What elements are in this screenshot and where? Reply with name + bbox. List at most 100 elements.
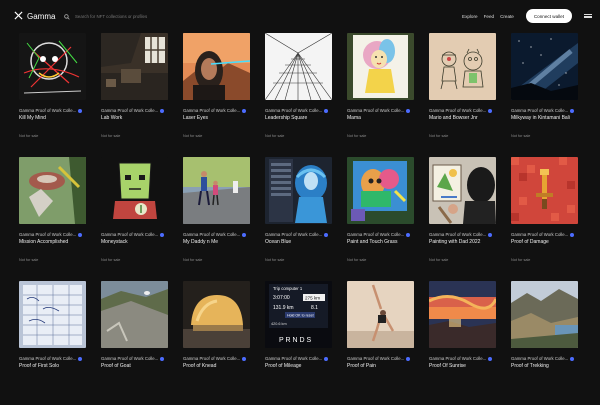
collection-row[interactable]: Gamma Proof of Work Colle... (265, 232, 332, 237)
nft-title: Mario and Bowser Jnr (429, 115, 478, 121)
collection-row[interactable]: Gamma Proof of Work Colle... (429, 232, 496, 237)
collection-row[interactable]: Gamma Proof of Work Colle... (511, 108, 578, 113)
collection-row[interactable]: Gamma Proof of Work Colle... (101, 356, 168, 361)
nft-title: Mission Accomplished (19, 239, 69, 245)
collection-row[interactable]: Gamma Proof of Work Colle... (511, 356, 578, 361)
collection-row[interactable]: Gamma Proof of Work Colle... (429, 356, 496, 361)
nft-image[interactable] (101, 157, 168, 224)
nft-image[interactable] (265, 33, 332, 100)
nft-title: Paint and Touch Grass (347, 239, 398, 245)
nft-image[interactable] (429, 157, 496, 224)
collection-row[interactable]: Gamma Proof of Work Colle... (183, 356, 250, 361)
nft-image[interactable] (19, 33, 86, 100)
sale-status: Not for sale (19, 258, 39, 262)
verified-icon (78, 232, 83, 237)
nft-card[interactable]: Gamma Proof of Work Colle... Leadership … (265, 33, 332, 157)
collection-row[interactable]: Gamma Proof of Work Colle... (19, 108, 86, 113)
nft-image[interactable] (19, 281, 86, 348)
nft-image[interactable] (429, 33, 496, 100)
trip-time: 3:07:00 (273, 295, 290, 301)
nft-title: Proof of Knead (183, 363, 217, 369)
nft-title: Proof of Pain (347, 363, 376, 369)
collection-row[interactable]: Gamma Proof of Work Colle... (183, 108, 250, 113)
sale-status: Not for sale (347, 134, 367, 138)
collection-row[interactable]: Gamma Proof of Work Colle... (347, 108, 414, 113)
collection-row[interactable]: Gamma Proof of Work Colle... (19, 232, 86, 237)
nft-image[interactable] (183, 33, 250, 100)
nft-image[interactable] (511, 281, 578, 348)
collection-row[interactable]: Gamma Proof of Work Colle... (101, 232, 168, 237)
brand[interactable]: Gamma (14, 7, 55, 25)
nft-card[interactable]: Gamma Proof of Work Colle... Moneystack … (101, 157, 168, 281)
nft-card[interactable]: Gamma Proof of Work Colle... Painting wi… (429, 157, 496, 281)
nft-card[interactable]: Gamma Proof of Work Colle... My Daddy n … (183, 157, 250, 281)
nft-card[interactable]: Gamma Proof of Work Colle... Mama Not fo… (347, 33, 414, 157)
nft-card[interactable]: Gamma Proof of Work Colle... Proof of Tr… (511, 281, 578, 405)
nav-feed[interactable]: Feed (484, 14, 494, 19)
nft-card[interactable]: Gamma Proof of Work Colle... Paint and T… (347, 157, 414, 281)
verified-icon (324, 108, 329, 113)
trip-odometer: 420.6 km (271, 322, 287, 326)
menu-icon[interactable] (584, 13, 592, 19)
nft-card[interactable]: Gamma Proof of Work Colle... Proof Of Su… (429, 281, 496, 405)
nft-image[interactable] (511, 157, 578, 224)
collection-name: Gamma Proof of Work Colle... (183, 356, 241, 361)
nft-image[interactable] (265, 157, 332, 224)
verified-icon (488, 232, 493, 237)
nft-image[interactable] (347, 281, 414, 348)
nft-card[interactable]: Gamma Proof of Work Colle... Mario and B… (429, 33, 496, 157)
collection-row[interactable]: Gamma Proof of Work Colle... (265, 108, 332, 113)
nft-card[interactable]: Gamma Proof of Work Colle... Laser Eyes … (183, 33, 250, 157)
nft-card[interactable]: Gamma Proof of Work Colle... Proof of Kn… (183, 281, 250, 405)
collection-row[interactable]: Gamma Proof of Work Colle... (183, 232, 250, 237)
collection-row[interactable]: Gamma Proof of Work Colle... (19, 356, 86, 361)
verified-icon (242, 356, 247, 361)
nav-explore[interactable]: Explore (462, 14, 478, 19)
nft-image[interactable] (429, 281, 496, 348)
nft-image[interactable] (101, 281, 168, 348)
nft-image[interactable] (347, 157, 414, 224)
gear-indicator: P R N D S (279, 337, 311, 344)
connect-wallet-button[interactable]: Connect wallet (525, 9, 572, 23)
nft-card[interactable]: Trip computer 1 3:07:00 275 km 131.9 km … (265, 281, 332, 405)
nft-card[interactable]: Gamma Proof of Work Colle... Proof of Da… (511, 157, 578, 281)
search-icon (64, 7, 70, 25)
nft-image[interactable] (347, 33, 414, 100)
collection-row[interactable]: Gamma Proof of Work Colle... (511, 232, 578, 237)
collection-row[interactable]: Gamma Proof of Work Colle... (429, 108, 496, 113)
collection-name: Gamma Proof of Work Colle... (429, 108, 487, 113)
nav-create[interactable]: Create (500, 14, 514, 19)
collection-name: Gamma Proof of Work Colle... (429, 356, 487, 361)
collection-row[interactable]: Gamma Proof of Work Colle... (101, 108, 168, 113)
collection-name: Gamma Proof of Work Colle... (265, 232, 323, 237)
nft-card[interactable]: Gamma Proof of Work Colle... Mission Acc… (19, 157, 86, 281)
nft-grid: Gamma Proof of Work Colle... Kill My Min… (19, 33, 583, 405)
nft-card[interactable]: Gamma Proof of Work Colle... Proof of Pa… (347, 281, 414, 405)
nft-card[interactable]: Gamma Proof of Work Colle... Milkyway in… (511, 33, 578, 157)
search-bar[interactable] (64, 7, 364, 25)
verified-icon (488, 108, 493, 113)
collection-row[interactable]: Gamma Proof of Work Colle... (347, 356, 414, 361)
nft-title: Kill My Mind (19, 115, 46, 121)
search-input[interactable] (75, 13, 275, 19)
verified-icon (160, 108, 165, 113)
collection-row[interactable]: Gamma Proof of Work Colle... (347, 232, 414, 237)
nft-image[interactable] (183, 281, 250, 348)
nft-card[interactable]: Gamma Proof of Work Colle... Ocean Blue … (265, 157, 332, 281)
nft-image[interactable] (183, 157, 250, 224)
collection-name: Gamma Proof of Work Colle... (265, 108, 323, 113)
collection-name: Gamma Proof of Work Colle... (183, 108, 241, 113)
nft-image[interactable] (19, 157, 86, 224)
sale-status: Not for sale (265, 258, 285, 262)
verified-icon (78, 108, 83, 113)
nft-image[interactable] (101, 33, 168, 100)
nft-card[interactable]: Gamma Proof of Work Colle... Proof of Go… (101, 281, 168, 405)
nft-image[interactable] (511, 33, 578, 100)
nft-card[interactable]: Gamma Proof of Work Colle... Proof of Fi… (19, 281, 86, 405)
nft-card[interactable]: Gamma Proof of Work Colle... Lab Work No… (101, 33, 168, 157)
verified-icon (406, 356, 411, 361)
nft-image[interactable]: Trip computer 1 3:07:00 275 km 131.9 km … (265, 281, 332, 348)
collection-row[interactable]: Gamma Proof of Work Colle... (265, 356, 332, 361)
nft-card[interactable]: Gamma Proof of Work Colle... Kill My Min… (19, 33, 86, 157)
verified-icon (570, 356, 575, 361)
